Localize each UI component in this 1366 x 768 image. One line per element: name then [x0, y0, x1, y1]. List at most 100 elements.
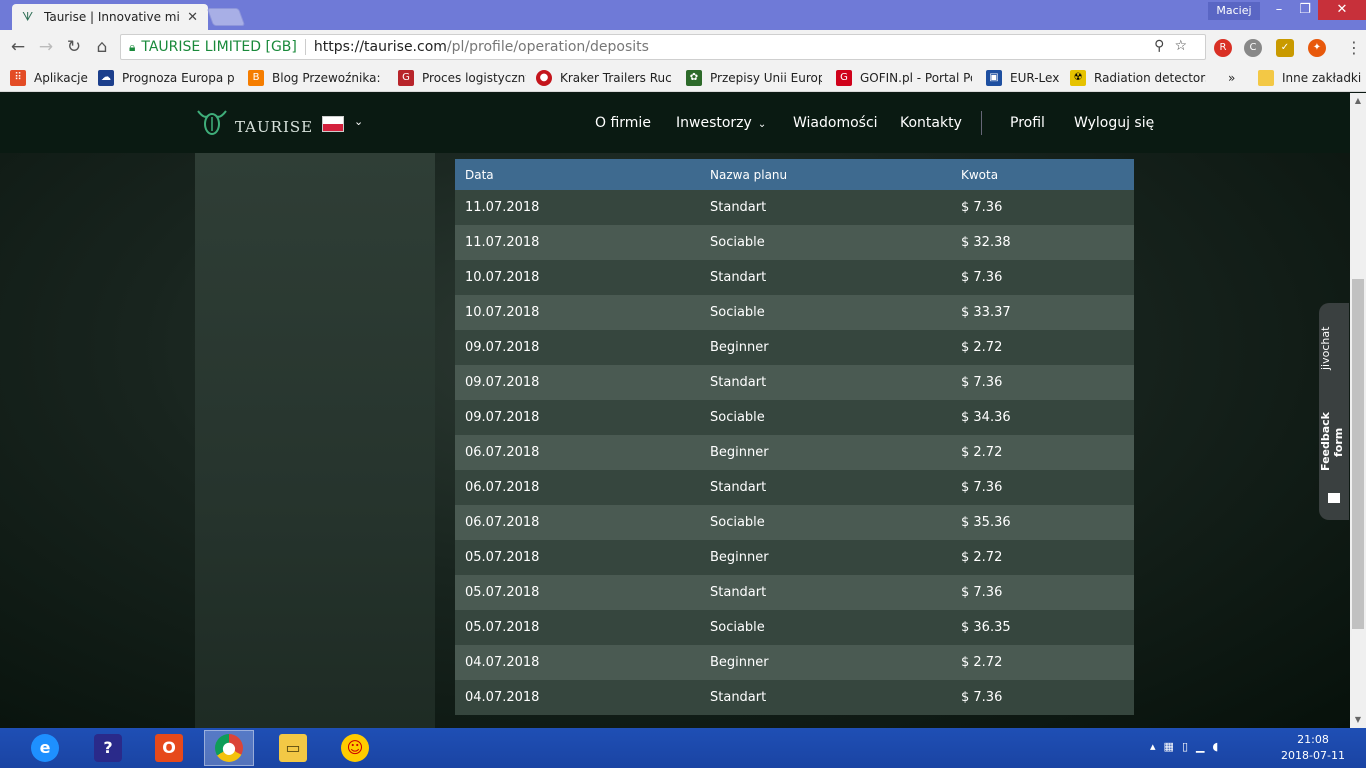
radiation-icon: ☢ — [1070, 70, 1086, 86]
address-divider — [304, 39, 306, 55]
bookmark-item[interactable]: G Proces logistyczny — [398, 70, 526, 86]
window-maximize-button[interactable]: ❐ — [1292, 0, 1318, 20]
nav-logout[interactable]: Wyloguj się — [1074, 115, 1154, 131]
nav-about[interactable]: O firmie — [595, 115, 651, 131]
table-row: 06.07.2018 Sociable $ 35.36 — [455, 505, 1134, 540]
table-row: 05.07.2018 Sociable $ 36.35 — [455, 610, 1134, 645]
table-row: 09.07.2018 Standart $ 7.36 — [455, 365, 1134, 400]
tray-overflow-icon[interactable]: ▴ — [1150, 740, 1164, 753]
jivochat-tab[interactable]: jivochat — [1319, 323, 1349, 373]
zoom-icon[interactable]: ⚲ — [1154, 38, 1174, 54]
bookmark-item[interactable]: ☢ Radiation detectors — [1070, 70, 1206, 86]
profile-user-chip[interactable]: Maciej — [1208, 2, 1260, 20]
bookmark-item[interactable]: ▣ EUR-Lex — [986, 70, 1060, 86]
extension-check-icon[interactable]: ✓ — [1276, 39, 1294, 57]
taskbar-help[interactable]: ? — [83, 730, 133, 766]
battery-icon[interactable]: ▯ — [1182, 740, 1196, 753]
taskbar-chrome[interactable]: ● — [204, 730, 254, 766]
column-header-plan[interactable]: Nazwa planu — [700, 159, 951, 190]
bookmarks-overflow-button[interactable]: » — [1228, 70, 1244, 86]
gofin-icon: G — [836, 70, 852, 86]
cell-date: 05.07.2018 — [455, 610, 700, 645]
bookmark-item[interactable]: ● Kraker Trailers Ruch — [536, 70, 672, 86]
new-tab-button[interactable] — [206, 8, 246, 26]
cell-plan: Sociable — [700, 400, 951, 435]
back-arrow-icon[interactable]: ← — [8, 37, 28, 57]
envelope-icon — [1328, 493, 1340, 503]
window-minimize-button[interactable]: – — [1266, 0, 1292, 20]
cell-amount: $ 2.72 — [951, 435, 1134, 470]
profile-sidebar — [195, 153, 435, 728]
bookmark-star-icon[interactable]: ☆ — [1174, 38, 1197, 54]
window-close-button[interactable]: ✕ — [1318, 0, 1366, 20]
cell-plan: Sociable — [700, 295, 951, 330]
cell-amount: $ 7.36 — [951, 365, 1134, 400]
logo-wordmark: TAURISE — [235, 118, 314, 136]
deposits-table-container: Data Nazwa planu Kwota 11.07.2018 Standar… — [455, 159, 1134, 728]
scroll-down-arrow-icon[interactable]: ▼ — [1350, 712, 1366, 728]
chrome-menu-icon[interactable]: ⋮ — [1346, 38, 1362, 57]
eu-icon: ✿ — [686, 70, 702, 86]
page-scrollbar[interactable]: ▲ ▼ — [1350, 93, 1366, 728]
system-clock[interactable]: 21:08 2018-07-11 — [1278, 732, 1348, 764]
bookmark-item[interactable]: B Blog Przewoźnika: C — [248, 70, 384, 86]
cell-plan: Standart — [700, 575, 951, 610]
cell-amount: $ 7.36 — [951, 260, 1134, 295]
cell-amount: $ 2.72 — [951, 540, 1134, 575]
cell-amount: $ 35.36 — [951, 505, 1134, 540]
extension-fire-icon[interactable]: ✦ — [1308, 39, 1326, 57]
table-row: 04.07.2018 Standart $ 7.36 — [455, 680, 1134, 715]
scroll-up-arrow-icon[interactable]: ▲ — [1350, 93, 1366, 109]
home-icon[interactable]: ⌂ — [92, 37, 112, 57]
chevron-down-icon[interactable]: ⌄ — [354, 115, 363, 128]
cell-amount: $ 7.36 — [951, 190, 1134, 225]
chat-feedback-widget[interactable]: jivochat Feedback form — [1319, 303, 1349, 520]
cell-amount: $ 36.35 — [951, 610, 1134, 645]
bookmark-apps[interactable]: ⠿ Aplikacje — [10, 70, 90, 86]
internet-explorer-icon: e — [31, 734, 59, 762]
table-row: 05.07.2018 Beginner $ 2.72 — [455, 540, 1134, 575]
clock-date: 2018-07-11 — [1281, 749, 1345, 762]
nav-news[interactable]: Wiadomości — [793, 115, 878, 131]
clock-time: 21:08 — [1297, 733, 1329, 746]
column-header-date[interactable]: Data — [455, 159, 700, 190]
column-header-amount[interactable]: Kwota — [951, 159, 1134, 190]
cell-plan: Standart — [700, 190, 951, 225]
taskbar-internet-explorer[interactable]: e — [20, 730, 70, 766]
cell-date: 11.07.2018 — [455, 190, 700, 225]
table-row: 11.07.2018 Standart $ 7.36 — [455, 190, 1134, 225]
taskbar-sun-app[interactable]: ☺ — [330, 730, 380, 766]
other-bookmarks-folder[interactable]: Inne zakładki — [1258, 70, 1362, 86]
cell-date: 06.07.2018 — [455, 470, 700, 505]
taskbar-office[interactable]: O — [144, 730, 194, 766]
bookmark-item[interactable]: G GOFIN.pl - Portal Po — [836, 70, 972, 86]
cell-plan: Standart — [700, 260, 951, 295]
forward-arrow-icon[interactable]: → — [36, 37, 56, 57]
tab-close-icon[interactable]: ✕ — [187, 10, 198, 25]
nav-investors[interactable]: Inwestorzy ⌄ — [676, 115, 766, 131]
network-icon[interactable]: ▦ — [1164, 740, 1182, 753]
feedback-form-tab[interactable]: Feedback form — [1319, 401, 1349, 483]
extension-red-icon[interactable]: R — [1214, 39, 1232, 57]
bookmark-item[interactable]: ☁ Prognoza Europa po — [98, 70, 234, 86]
site-logo[interactable]: TAURISE — [195, 105, 313, 139]
reload-icon[interactable]: ↻ — [64, 37, 84, 57]
scrollbar-thumb[interactable] — [1352, 279, 1364, 629]
volume-icon[interactable]: ◖ — [1212, 740, 1226, 753]
cell-amount: $ 7.36 — [951, 470, 1134, 505]
tab-title: Taurise | Innovative mining — [44, 10, 180, 24]
bookmark-item[interactable]: ✿ Przepisy Unii Europe — [686, 70, 822, 86]
nav-profile[interactable]: Profil — [1010, 115, 1045, 131]
cell-date: 06.07.2018 — [455, 435, 700, 470]
extension-c-icon[interactable]: C — [1244, 39, 1262, 57]
taskbar-file-explorer[interactable]: ▭ — [268, 730, 318, 766]
nav-contacts[interactable]: Kontakty — [900, 115, 962, 131]
bookmarks-bar: ⠿ Aplikacje ☁ Prognoza Europa po B Blog … — [0, 64, 1366, 92]
address-bar[interactable]: 🔒︎ TAURISE LIMITED [GB] https://taurise.… — [120, 34, 1206, 60]
table-row: 04.07.2018 Beginner $ 2.72 — [455, 645, 1134, 680]
browser-tab-active[interactable]: ᗐ Taurise | Innovative mining ✕ — [12, 4, 208, 30]
deposits-table: Data Nazwa planu Kwota 11.07.2018 Standar… — [455, 159, 1134, 715]
windows-taskbar: e ? O ● ▭ ☺ ▴▦▯▁◖ 21:08 2018-07-11 — [0, 728, 1366, 768]
language-flag-pl[interactable] — [322, 116, 344, 132]
signal-icon[interactable]: ▁ — [1196, 740, 1212, 753]
